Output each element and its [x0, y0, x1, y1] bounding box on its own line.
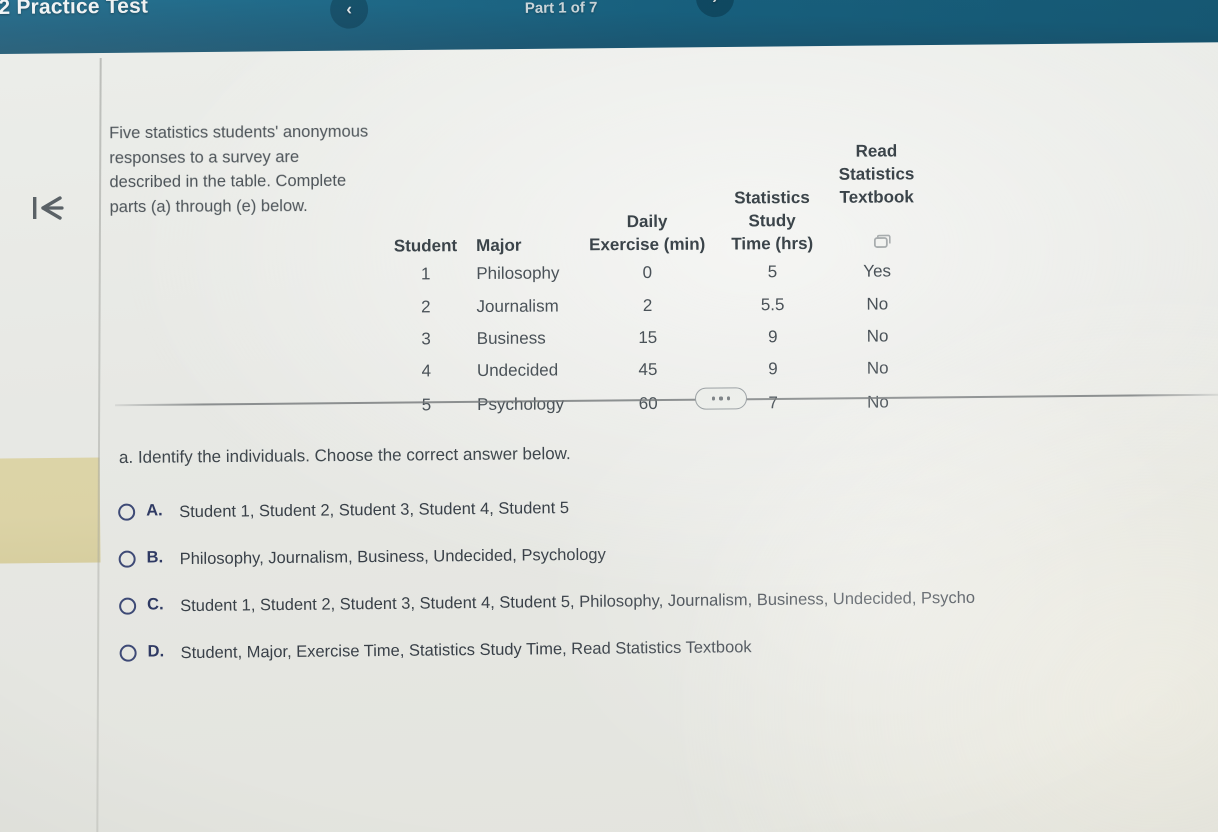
cell-student: 1 [420, 264, 431, 284]
header-daily-exercise: Daily Exercise (min) [589, 211, 706, 255]
answer-options: A. Student 1, Student 2, Student 3, Stud… [118, 490, 1218, 690]
cell-read: No [866, 294, 889, 314]
cell-read: Yes [863, 261, 892, 281]
option-a-text: Student 1, Student 2, Student 3, Student… [179, 499, 570, 522]
rail-highlight-band [0, 457, 101, 564]
ellipsis-dot-icon [719, 396, 723, 401]
left-rail [0, 56, 101, 832]
chevron-left-icon: ‹ [346, 0, 353, 19]
cell-exercise: 0 [642, 262, 653, 282]
cell-study: 9 [768, 327, 778, 347]
chevron-right-icon: › [712, 0, 718, 8]
table-header-row: Student Major Daily Exercise (min) Stati… [393, 116, 928, 259]
option-a[interactable]: A. Student 1, Student 2, Student 3, Stud… [118, 490, 1218, 524]
table-row: 2 Journalism 2 5.5 No [394, 288, 928, 323]
radio-button-d[interactable] [119, 644, 137, 662]
cell-read: No [866, 358, 889, 378]
cell-exercise: 45 [638, 359, 658, 380]
app-top-bar: r 2 Practice Test ‹ Question 5, 1.1.1 Pa… [0, 0, 1218, 54]
option-b-text: Philosophy, Journalism, Business, Undeci… [179, 545, 606, 569]
part-a-prompt: a. Identify the individuals. Choose the … [118, 444, 571, 467]
option-c-text: Student 1, Student 2, Student 3, Student… [180, 588, 976, 616]
question-stem: Five statistics students' anonymous resp… [109, 122, 369, 216]
header-study-time: Statistics Study Time (hrs) [731, 187, 814, 254]
previous-question-button[interactable]: ‹ [329, 0, 369, 29]
back-to-start-icon[interactable] [26, 191, 72, 225]
radio-button-a[interactable] [118, 503, 136, 521]
option-d-letter: D. [147, 642, 165, 661]
cell-major: Business [476, 328, 546, 348]
option-d-text: Student, Major, Exercise Time, Statistic… [180, 638, 752, 663]
popup-window-glyph [873, 234, 891, 248]
cell-exercise: 2 [642, 295, 653, 315]
table-row: 4 Undecided 45 9 No [395, 352, 929, 387]
cell-student: 2 [421, 297, 431, 317]
popup-window-icon[interactable] [873, 208, 891, 254]
radio-button-b[interactable] [118, 550, 136, 568]
question-content: Five statistics students' anonymous resp… [101, 56, 1218, 832]
cell-student: 3 [421, 329, 431, 349]
table-row: 1 Philosophy 0 5 Yes [394, 255, 928, 290]
option-c[interactable]: C. Student 1, Student 2, Student 3, Stud… [119, 584, 1218, 618]
cell-major: Journalism [476, 296, 559, 316]
cell-exercise: 15 [638, 327, 658, 348]
option-b[interactable]: B. Philosophy, Journalism, Business, Und… [118, 537, 1218, 571]
question-indicator: Question 5, 1.1.1 Part 1 of 7 [436, 0, 686, 20]
divider-line [115, 393, 1218, 406]
stem-and-table-row: Five statistics students' anonymous resp… [109, 115, 1171, 421]
more-options-button[interactable] [694, 387, 748, 410]
ellipsis-dot-icon [726, 396, 730, 401]
cell-major: Philosophy [476, 263, 560, 283]
ellipsis-dot-icon [712, 396, 716, 401]
cell-major: Undecided [476, 360, 559, 380]
option-a-letter: A. [146, 501, 163, 520]
option-b-letter: B. [146, 548, 164, 567]
skip-to-start-glyph [33, 196, 64, 220]
radio-button-c[interactable] [119, 597, 137, 615]
next-question-button[interactable]: › [695, 0, 735, 18]
page-title: r 2 Practice Test [0, 0, 149, 20]
header-major: Major [476, 235, 522, 256]
header-read-textbook-label: Read Statistics Textbook [838, 141, 915, 207]
cell-read: No [866, 326, 889, 346]
table-row: 3 Business 15 9 No [394, 320, 928, 355]
option-d[interactable]: D. Student, Major, Exercise Time, Statis… [119, 631, 1218, 665]
option-c-letter: C. [147, 595, 164, 614]
question-part-label: Part 1 of 7 [524, 0, 598, 17]
cell-student: 4 [421, 361, 432, 381]
header-student: Student [393, 236, 458, 256]
survey-data-table: Student Major Daily Exercise (min) Stati… [393, 116, 929, 419]
header-read-textbook: Read Statistics Textbook [825, 116, 927, 257]
cell-study: 5.5 [760, 295, 785, 315]
cell-study: 5 [767, 262, 778, 282]
cell-study: 9 [768, 359, 778, 379]
